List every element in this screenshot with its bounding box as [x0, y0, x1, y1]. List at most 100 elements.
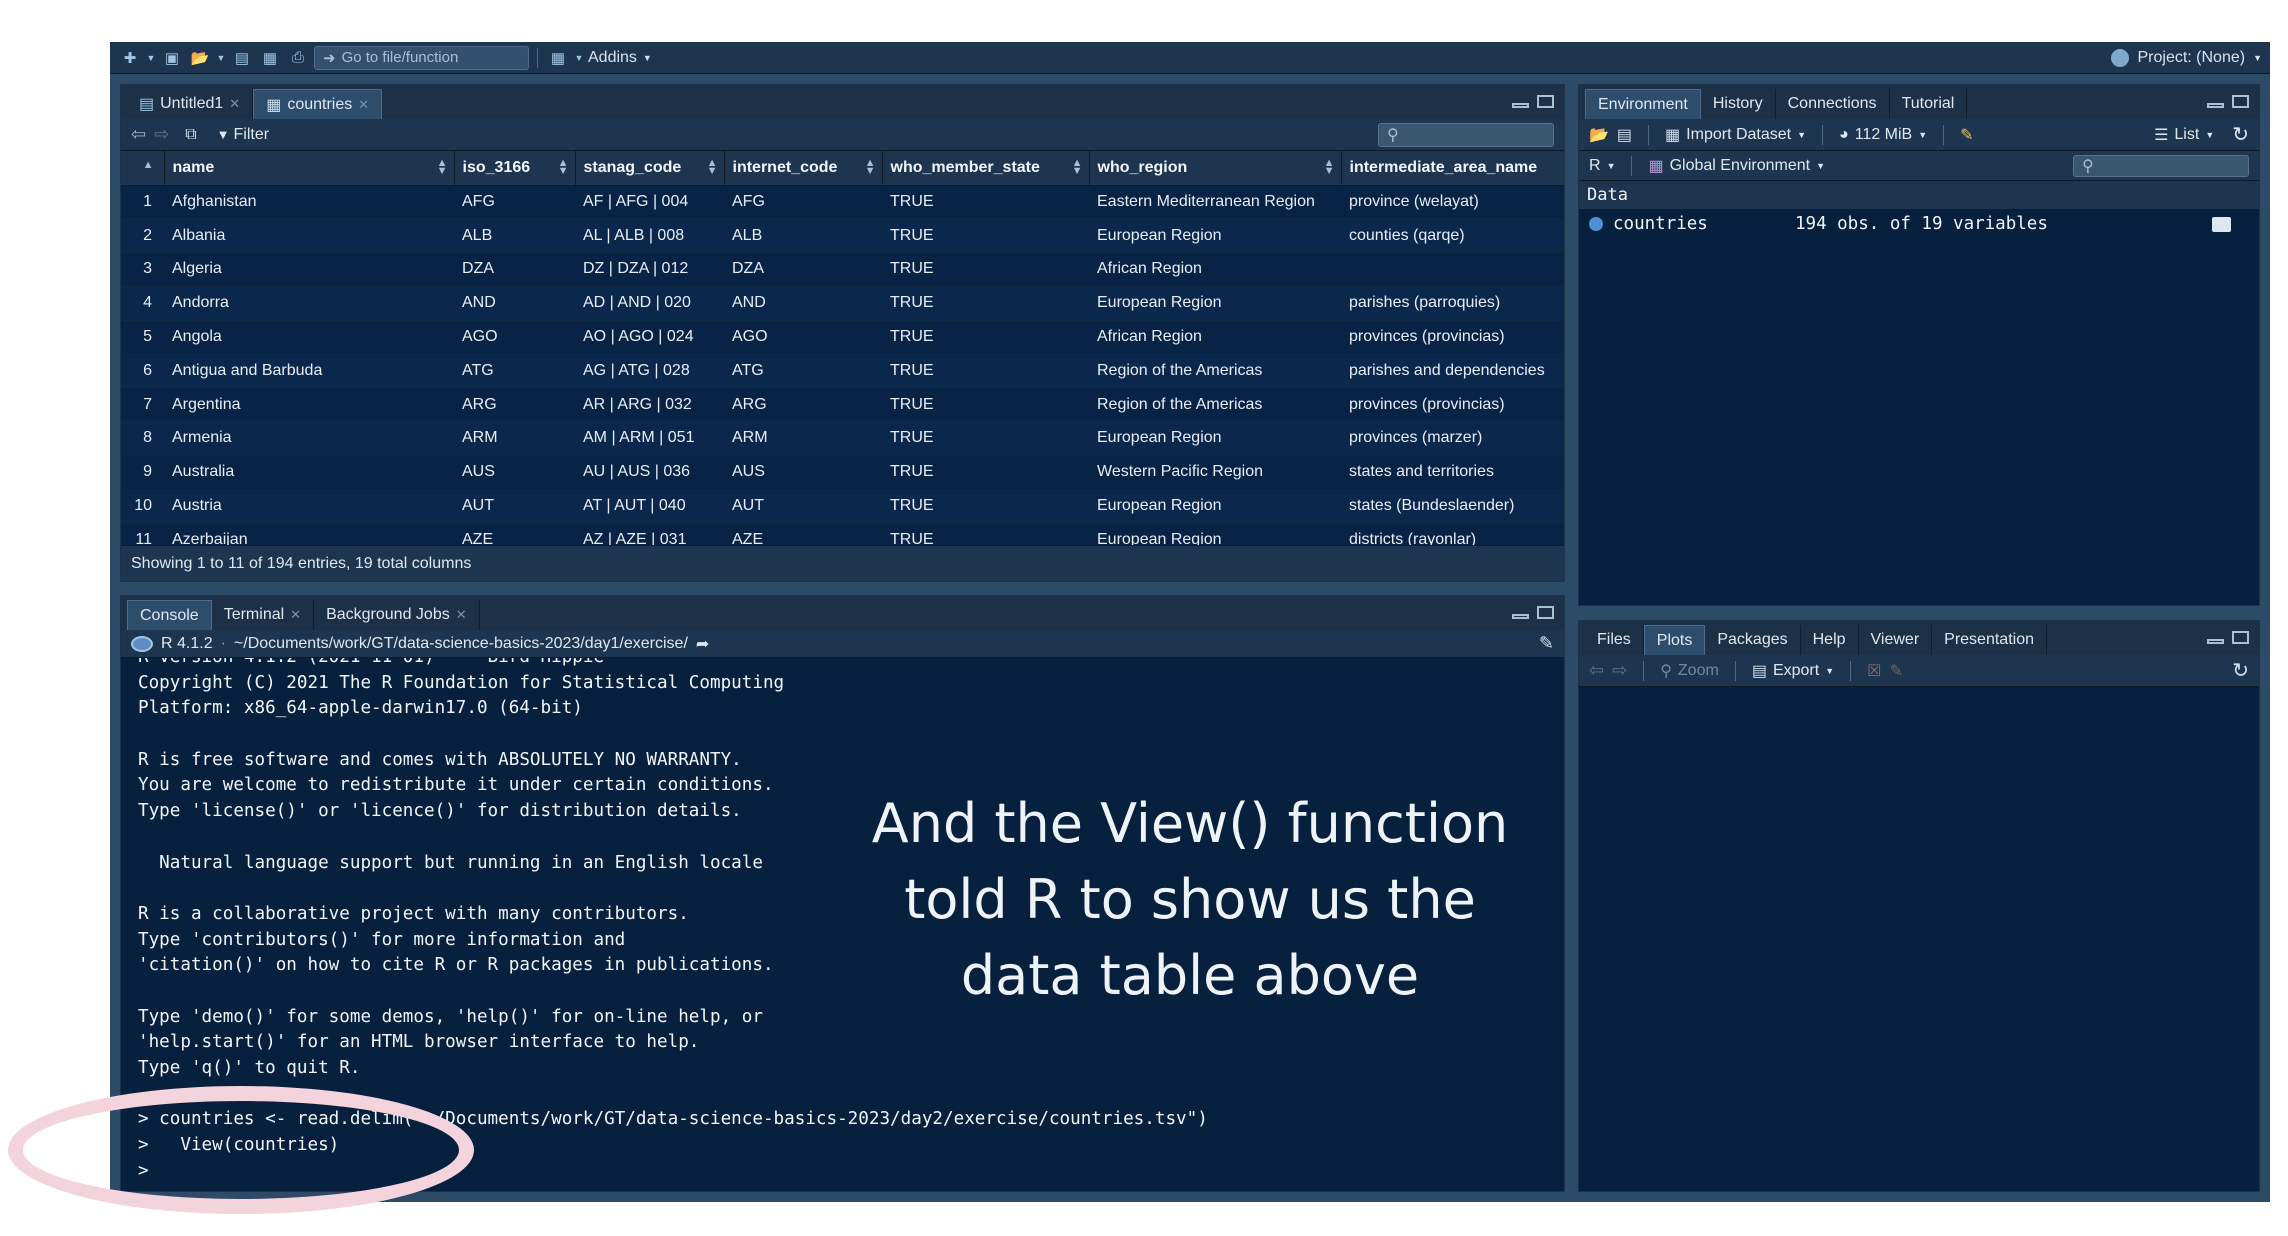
chevron-down-icon[interactable]: ▼: [146, 47, 156, 69]
tab-background-jobs[interactable]: Background Jobs ✕: [314, 600, 480, 630]
back-arrow-icon[interactable]: ⇦: [1589, 660, 1604, 681]
table-row[interactable]: 11 Azerbaijan AZE AZ | AZE | 031 AZE TRUE Euro…: [121, 522, 1564, 545]
tab-environment[interactable]: Environment: [1585, 89, 1701, 119]
table-cell: AF | AFG | 004: [575, 185, 724, 220]
sort-icon: ▲ ▼: [436, 157, 448, 177]
view-table-icon[interactable]: [2212, 216, 2231, 232]
minimize-icon[interactable]: [2207, 103, 2224, 108]
tab-presentation[interactable]: Presentation: [1932, 625, 2047, 655]
pane-window-controls[interactable]: [2207, 631, 2249, 644]
print-icon[interactable]: ⎙: [286, 47, 310, 69]
zoom-button[interactable]: ⚲ Zoom: [1660, 661, 1719, 681]
column-header[interactable]: who_member_state ▲ ▼: [882, 151, 1090, 186]
clear-plots-icon[interactable]: ✎: [1889, 661, 1902, 681]
open-file-icon[interactable]: 📂: [188, 47, 212, 69]
column-header-label: internet_code: [732, 158, 838, 176]
table-row[interactable]: 8 Armenia ARM AM | ARM | 051 ARM TRUE European…: [121, 421, 1564, 456]
tab-history[interactable]: History: [1701, 89, 1776, 119]
env-search-input[interactable]: ⚲: [2073, 154, 2249, 177]
forward-arrow-icon[interactable]: ⇨: [154, 124, 169, 145]
table-row[interactable]: 3 Algeria DZA DZ | DZA | 012 DZA TRUE African …: [121, 252, 1564, 287]
forward-arrow-icon[interactable]: ⇨: [1612, 660, 1627, 681]
memory-usage-button[interactable]: ◕ 112 MiB ▼: [1839, 126, 1927, 144]
close-icon[interactable]: ✕: [358, 97, 369, 113]
tab-packages[interactable]: Packages: [1705, 625, 1801, 655]
pane-window-controls[interactable]: [1512, 95, 1554, 108]
table-row[interactable]: 1 Afghanistan AFG AF | AFG | 004 AFG TRUE East…: [121, 185, 1564, 220]
table-row[interactable]: 5 Angola AGO AO | AGO | 024 AGO TRUE African R…: [121, 320, 1564, 355]
column-header[interactable]: who_region ▲ ▼: [1089, 151, 1342, 186]
close-icon[interactable]: ✕: [229, 96, 240, 112]
import-dataset-button[interactable]: ▦ Import Dataset ▼: [1665, 125, 1806, 145]
maximize-icon[interactable]: [2232, 631, 2249, 644]
table-row[interactable]: 7 Argentina ARG AR | ARG | 032 ARG TRUE Region…: [121, 387, 1564, 423]
export-button[interactable]: ▤ Export ▼: [1752, 661, 1834, 681]
list-view-button[interactable]: ☰ List ▼: [2154, 125, 2214, 145]
column-header[interactable]: stanag_code ▲ ▼: [575, 151, 725, 186]
table-row[interactable]: 6 Antigua and Barbuda ATG AG | ATG | 028 ATG…: [121, 353, 1564, 389]
table-row[interactable]: 9 Australia AUS AU | AUS | 036 AUS TRUE Wester…: [121, 455, 1564, 490]
table-cell: AFG: [454, 185, 575, 220]
tab-untitled1[interactable]: ▤ Untitled1 ✕: [127, 89, 254, 119]
table-cell: TRUE: [882, 522, 1089, 545]
maximize-icon[interactable]: [2232, 95, 2249, 108]
save-icon[interactable]: ▤: [230, 47, 254, 69]
go-to-directory-icon[interactable]: ➦: [696, 634, 709, 654]
scope-select[interactable]: ▦ Global Environment ▼: [1648, 156, 1825, 176]
maximize-icon[interactable]: [1537, 606, 1554, 619]
section-label: Data: [1587, 185, 1628, 205]
column-header[interactable]: name ▲ ▼: [164, 151, 455, 186]
refresh-icon[interactable]: ↻: [2232, 122, 2249, 147]
tab-connections[interactable]: Connections: [1776, 89, 1890, 119]
remove-plot-icon[interactable]: ☒: [1867, 661, 1881, 681]
minimize-icon[interactable]: [2207, 639, 2224, 644]
pane-window-controls[interactable]: [1512, 606, 1554, 619]
project-menu[interactable]: Project: (None) ▼: [2111, 48, 2262, 67]
minimize-icon[interactable]: [1512, 103, 1529, 108]
broom-icon[interactable]: ✎: [1960, 125, 1973, 145]
table-cell: TRUE: [882, 252, 1089, 287]
new-project-icon[interactable]: ▣: [160, 47, 184, 69]
save-workspace-icon[interactable]: ▤: [1617, 125, 1632, 145]
popout-icon[interactable]: ⧉: [185, 126, 196, 144]
chevron-down-icon[interactable]: ▼: [216, 47, 226, 69]
tab-help[interactable]: Help: [1801, 625, 1859, 655]
pane-window-controls[interactable]: [2207, 95, 2249, 108]
table-cell: Australia: [164, 455, 454, 490]
tab-viewer[interactable]: Viewer: [1859, 625, 1933, 655]
column-header[interactable]: iso_3166 ▲ ▼: [454, 151, 576, 186]
back-arrow-icon[interactable]: ⇦: [131, 124, 146, 145]
console-line: R is free software and comes with ABSOLU…: [138, 749, 742, 770]
column-header[interactable]: intermediate_area_name: [1341, 151, 1564, 186]
minimize-icon[interactable]: [1512, 614, 1529, 619]
addins-menu[interactable]: Addins ▼: [588, 49, 652, 67]
table-search-input[interactable]: ⚲: [1378, 122, 1554, 147]
save-all-icon[interactable]: ▦: [258, 47, 282, 69]
close-icon[interactable]: ✕: [456, 607, 467, 623]
goto-file-function-input[interactable]: ➜ Go to file/function: [314, 45, 529, 70]
load-workspace-icon[interactable]: 📂: [1589, 125, 1609, 145]
tab-countries[interactable]: ▦ countries ✕: [253, 89, 383, 119]
tab-console[interactable]: Console: [127, 600, 212, 630]
working-directory[interactable]: ~/Documents/work/GT/data-science-basics-…: [234, 635, 688, 653]
expand-icon[interactable]: [1589, 217, 1603, 231]
tab-plots[interactable]: Plots: [1643, 625, 1706, 655]
new-file-icon[interactable]: ✚: [118, 47, 142, 69]
maximize-icon[interactable]: [1537, 95, 1554, 108]
tab-tutorial[interactable]: Tutorial: [1890, 89, 1968, 119]
close-icon[interactable]: ✕: [290, 607, 301, 623]
grid-layout-icon[interactable]: ▦: [546, 47, 570, 69]
table-row[interactable]: 10 Austria AUT AT | AUT | 040 AUT TRUE Europea…: [121, 489, 1564, 524]
tab-files[interactable]: Files: [1585, 625, 1644, 655]
language-select[interactable]: R ▼: [1589, 157, 1615, 175]
table-row[interactable]: 4 Andorra AND AD | AND | 020 AND TRUE European…: [121, 286, 1564, 321]
chevron-down-icon[interactable]: ▼: [574, 47, 584, 69]
table-row[interactable]: 2 Albania ALB AL | ALB | 008 ALB TRUE European…: [121, 218, 1564, 254]
row-number-header[interactable]: ▲: [121, 151, 165, 186]
clear-console-icon[interactable]: ✎: [1539, 633, 1554, 654]
tab-terminal[interactable]: Terminal ✕: [212, 600, 315, 630]
refresh-icon[interactable]: ↻: [2232, 658, 2249, 683]
column-header[interactable]: internet_code ▲ ▼: [724, 151, 883, 186]
env-object-row[interactable]: countries 194 obs. of 19 variables: [1579, 209, 2259, 239]
filter-button[interactable]: ▼ Filter: [217, 126, 269, 144]
